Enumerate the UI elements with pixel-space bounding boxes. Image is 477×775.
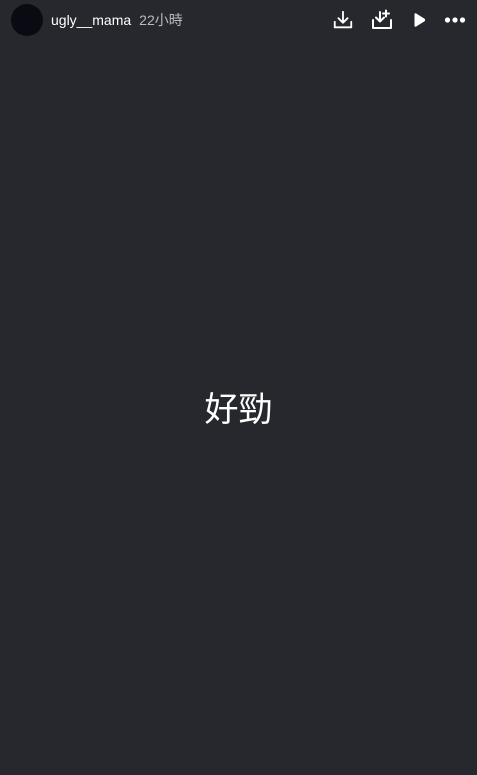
more-options-button[interactable]	[443, 8, 467, 32]
story-viewer: ugly__mama 22小時 好勁	[0, 0, 477, 775]
download-button[interactable]	[331, 8, 355, 32]
avatar[interactable]	[11, 4, 43, 36]
play-icon	[414, 13, 426, 27]
username[interactable]: ugly__mama	[51, 12, 131, 28]
post-time: 22小時	[139, 12, 183, 28]
play-button[interactable]	[407, 8, 431, 32]
download-icon	[333, 10, 353, 29]
save-to-tray-button[interactable]	[370, 8, 394, 32]
story-text: 好勁	[204, 390, 273, 430]
save-to-tray-icon	[372, 9, 392, 29]
more-options-icon	[444, 17, 466, 23]
story-header: ugly__mama 22小時	[0, 0, 477, 40]
